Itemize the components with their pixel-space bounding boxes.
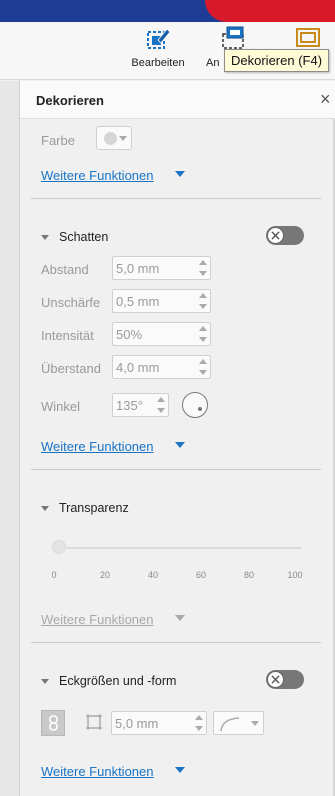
slider-tick-label: 40: [147, 570, 158, 580]
section-caret-icon[interactable]: [41, 235, 49, 240]
transparency-slider-thumb[interactable]: [52, 540, 66, 554]
chain-link-icon: [49, 715, 58, 731]
section-caret-icon[interactable]: [41, 679, 49, 684]
corner-size-stepper[interactable]: 5,0 mm: [111, 711, 207, 735]
spinner-arrows-icon[interactable]: [198, 292, 208, 310]
color-label: Farbe: [41, 133, 75, 148]
divider: [31, 642, 321, 643]
caret-down-icon[interactable]: [175, 171, 185, 177]
edit-icon: [147, 28, 171, 49]
distance-stepper[interactable]: 5,0 mm: [112, 256, 211, 280]
blur-stepper[interactable]: 0,5 mm: [112, 289, 211, 313]
edit-label: Bearbeiten: [131, 57, 185, 69]
panel-header: Dekorieren ×: [20, 81, 335, 119]
color-picker-button[interactable]: [96, 126, 132, 150]
app-header-strip: [0, 0, 335, 22]
angle-stepper[interactable]: 135°: [112, 393, 169, 417]
shadow-toggle[interactable]: [266, 226, 304, 245]
more-functions-link-color[interactable]: Weitere Funktionen: [41, 168, 154, 183]
caret-down-icon[interactable]: [175, 442, 185, 448]
slider-tick-label: 20: [99, 570, 110, 580]
spinner-arrows-icon[interactable]: [198, 259, 208, 277]
divider: [31, 469, 321, 470]
slider-tick-label: 100: [287, 570, 303, 580]
angle-label: Winkel: [41, 399, 81, 414]
blur-label: Unschärfe: [41, 295, 101, 310]
distance-label: Abstand: [41, 262, 89, 277]
section-caret-icon[interactable]: [41, 506, 49, 511]
chevron-down-icon: [251, 721, 259, 726]
close-icon: [271, 675, 280, 684]
slider-tick-label: 0: [51, 570, 57, 580]
decorate-panel: Dekorieren × Farbe Weitere Funktionen Sc…: [19, 81, 335, 796]
slider-tick-label: 80: [243, 570, 254, 580]
more-functions-link-corners[interactable]: Weitere Funktionen: [41, 764, 154, 779]
slider-tick-label: 60: [195, 570, 206, 580]
shadow-section-title[interactable]: Schatten: [59, 230, 108, 244]
toggle-knob: [267, 671, 284, 688]
corners-toggle[interactable]: [266, 670, 304, 689]
edit-button[interactable]: Bearbeiten: [128, 24, 188, 76]
corner-shape-select[interactable]: [213, 711, 264, 735]
dial-pointer: [198, 407, 202, 411]
spinner-arrows-icon[interactable]: [198, 325, 208, 343]
more-functions-link-shadow[interactable]: Weitere Funktionen: [41, 439, 154, 454]
angle-dial[interactable]: [182, 392, 208, 418]
link-lock-button[interactable]: [41, 710, 65, 736]
corners-section-title[interactable]: Eckgrößen und -form: [59, 674, 176, 688]
intensity-stepper[interactable]: 50%: [112, 322, 211, 346]
more-functions-link-transparency[interactable]: Weitere Funktionen: [41, 612, 154, 627]
corner-size-icon: [86, 714, 102, 730]
overhang-label: Überstand: [41, 361, 101, 376]
left-sidebar-strip: [0, 81, 19, 796]
chevron-down-icon: [119, 136, 127, 141]
caret-down-icon[interactable]: [175, 615, 185, 621]
toggle-knob: [267, 227, 284, 244]
transparency-section-title[interactable]: Transparenz: [59, 501, 129, 515]
overhang-stepper[interactable]: 4,0 mm: [112, 355, 211, 379]
spinner-arrows-icon[interactable]: [198, 358, 208, 376]
caret-down-icon[interactable]: [175, 767, 185, 773]
corner-size-value: 5,0 mm: [115, 716, 159, 731]
tooltip: Dekorieren (F4): [224, 49, 330, 72]
spinner-arrows-icon[interactable]: [156, 396, 166, 414]
divider: [31, 198, 321, 199]
spinner-arrows-icon[interactable]: [194, 714, 204, 732]
intensity-label: Intensität: [41, 328, 94, 343]
intensity-value: 50%: [116, 327, 143, 342]
distance-value: 5,0 mm: [116, 261, 160, 276]
close-icon[interactable]: ×: [320, 89, 335, 110]
blur-value: 0,5 mm: [116, 294, 160, 309]
panel-title: Dekorieren: [36, 93, 104, 108]
brand-tab: [205, 0, 335, 22]
color-swatch: [104, 132, 117, 145]
transparency-slider-track[interactable]: [53, 547, 301, 549]
overhang-value: 4,0 mm: [116, 360, 160, 375]
angle-value: 135°: [116, 398, 143, 413]
close-icon: [271, 231, 280, 240]
rounded-corner-icon: [220, 717, 240, 732]
